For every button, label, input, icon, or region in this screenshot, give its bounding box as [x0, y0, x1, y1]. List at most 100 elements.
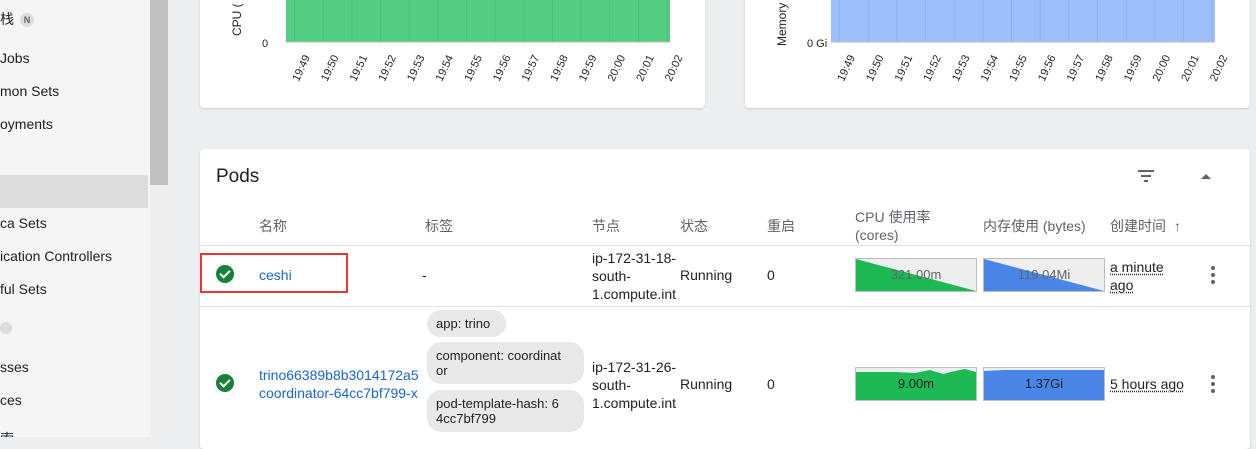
pod-name-link[interactable]: trino66389b8b3014172a5 coordinator-64cc7…	[259, 366, 421, 402]
x-tick-label: 19:55	[462, 53, 485, 83]
label-chip: app: trino	[427, 310, 506, 337]
label-chip-text-line1: component: coordinat	[436, 348, 562, 363]
chart-area	[286, 0, 670, 42]
sort-ascending-icon[interactable]: ↑	[1174, 218, 1181, 234]
row-actions-menu-icon[interactable]	[1211, 266, 1215, 287]
pod-node-line1: ip-172-31-26-	[592, 359, 676, 375]
sidebar-item-label: 栈	[0, 11, 14, 27]
sidebar-item-label: Jobs	[0, 50, 30, 66]
sidebar-item-pods[interactable]	[0, 175, 148, 208]
sidebar-item-stateful-sets[interactable]: ful Sets	[0, 273, 47, 306]
x-tick-label: 19:53	[405, 53, 428, 83]
column-header-node[interactable]: 节点	[592, 217, 620, 235]
pod-cpu-sparkline: 321.00m	[855, 258, 977, 292]
cpu-usage-chart-card: CPU ( 0 19:49 19:50 19:51 19:52 19:53 19:54 19…	[200, 0, 705, 108]
x-tick-label: 19:51	[348, 53, 371, 83]
pod-created[interactable]: 5 hours ago	[1110, 375, 1184, 393]
filter-icon[interactable]	[1134, 165, 1158, 189]
sidebar-item-config[interactable]: 索	[0, 423, 14, 437]
column-header-created[interactable]: 创建时间 ↑	[1110, 217, 1181, 235]
sidebar-item-label: ful Sets	[0, 281, 47, 297]
pod-node-line1: ip-172-31-18-	[592, 250, 676, 266]
pod-status: Running	[680, 376, 733, 392]
x-tick-label: 19:59	[577, 53, 600, 83]
label-chip-text-line2: 4cc7bf799	[436, 411, 496, 426]
pod-memory-value: 119.04Mi	[1017, 267, 1071, 282]
x-tick-label: 19:52	[921, 53, 944, 83]
pod-node[interactable]: ip-172-31-26- south- 1.compute.int	[592, 358, 676, 412]
pod-name-line1: trino66389b8b3014172a5	[259, 367, 419, 383]
x-tick-label: 19:54	[434, 53, 457, 83]
pod-node-line2: south-	[592, 268, 631, 284]
pod-memory-sparkline: 119.04Mi	[983, 258, 1105, 292]
column-header-restarts[interactable]: 重启	[767, 217, 795, 235]
label-chip-text: app: trino	[436, 316, 491, 331]
x-tick-label: 19:59	[1122, 53, 1145, 83]
x-tick-label: 19:49	[290, 53, 313, 83]
x-tick-label: 20:02	[1208, 53, 1231, 83]
header-divider	[200, 245, 1250, 246]
pod-memory-sparkline: 1.37Gi	[983, 367, 1105, 401]
sidebar-item-service-section[interactable]	[0, 311, 12, 344]
pod-node-line3: 1.compute.int	[592, 286, 676, 302]
label-chip-text-line2: or	[436, 363, 448, 378]
pod-cpu-value: 9.00m	[897, 376, 935, 391]
cpu-y-axis-label: CPU (	[230, 3, 244, 36]
pod-node[interactable]: ip-172-31-18- south- 1.compute.int	[592, 249, 676, 303]
x-tick-label: 19:58	[548, 53, 571, 83]
column-header-status[interactable]: 状态	[680, 217, 708, 235]
x-tick-label: 19:51	[893, 53, 916, 83]
pod-node-line2: south-	[592, 377, 631, 393]
sidebar-item-label: ication Controllers	[0, 248, 113, 264]
sidebar-item-deployments[interactable]: oyments	[0, 108, 53, 141]
sidebar-item-label: oyments	[0, 116, 53, 132]
pod-name-line2: coordinator-64cc7bf799-x	[259, 385, 418, 401]
x-tick-label: 19:56	[491, 53, 514, 83]
highlight-box	[200, 253, 348, 293]
pod-cpu-sparkline: 9.00m	[855, 367, 977, 401]
x-tick-label: 19:50	[319, 53, 342, 83]
row-divider	[200, 306, 1250, 307]
row-actions-menu-icon[interactable]	[1211, 375, 1215, 396]
cpu-usage-chart: CPU ( 0 19:49 19:50 19:51 19:52 19:53 19:54 19…	[230, 0, 685, 83]
x-tick-label: 19:56	[1036, 53, 1059, 83]
column-header-cpu-line1: CPU 使用率	[855, 209, 931, 225]
pod-created[interactable]: a minute ago	[1110, 258, 1164, 294]
sidebar-item-replica-sets[interactable]: ca Sets	[0, 207, 47, 240]
x-tick-label: 19:53	[950, 53, 973, 83]
column-header-cpu[interactable]: CPU 使用率 (cores)	[855, 208, 930, 244]
sidebar-item-label: ces	[0, 392, 22, 408]
pod-cpu-value: 321.00m	[890, 267, 942, 282]
collapse-icon[interactable]	[1194, 165, 1218, 189]
sidebar-item-jobs[interactable]: Jobs	[0, 42, 30, 75]
pod-memory-value: 1.37Gi	[1024, 376, 1064, 391]
memory-usage-chart-card: Memory 0 Gi 19:49 19:50 19:51 19:52 19:53 19:…	[745, 0, 1250, 108]
x-tick-label: 19:49	[835, 53, 858, 83]
label-chip: pod-template-hash: 6 4cc7bf799	[427, 390, 584, 432]
x-tick-label: 19:55	[1007, 53, 1030, 83]
pod-labels: -	[422, 267, 427, 283]
column-header-memory[interactable]: 内存使用 (bytes)	[983, 217, 1086, 235]
sidebar-item-label: ca Sets	[0, 215, 47, 231]
namespace-badge: N	[20, 13, 34, 28]
pod-restarts: 0	[767, 376, 775, 392]
label-chip-text-line1: pod-template-hash: 6	[436, 396, 559, 411]
column-header-name[interactable]: 名称	[259, 217, 287, 235]
sidebar-item-namespace[interactable]: 栈N	[0, 3, 34, 36]
sidebar-item-daemon-sets[interactable]: mon Sets	[0, 75, 59, 108]
column-header-cpu-line2: (cores)	[855, 227, 899, 243]
sidebar-item-ingress-classes[interactable]: sses	[0, 351, 29, 384]
sidebar-item-services[interactable]: ces	[0, 384, 22, 417]
x-tick-label: 19:50	[864, 53, 887, 83]
sidebar-item-label: mon Sets	[0, 83, 60, 99]
pod-status: Running	[680, 267, 733, 283]
pod-created-line2: ago	[1110, 277, 1134, 293]
x-tick-label: 19:57	[520, 53, 543, 83]
memory-y-tick: 0 Gi	[807, 38, 827, 50]
pod-created-line1: a minute	[1110, 259, 1164, 275]
memory-usage-chart: Memory 0 Gi 19:49 19:50 19:51 19:52 19:53 19:…	[775, 0, 1231, 83]
column-header-created-label: 创建时间	[1110, 218, 1166, 234]
memory-y-axis-label: Memory	[775, 3, 789, 46]
sidebar-scrollbar[interactable]	[150, 0, 168, 185]
sidebar-item-replication-controllers[interactable]: ication Controllers	[0, 240, 112, 273]
